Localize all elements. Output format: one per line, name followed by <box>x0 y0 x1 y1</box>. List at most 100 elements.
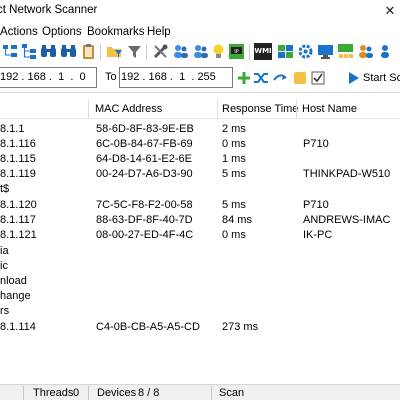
divider <box>0 92 400 93</box>
ip-cell: ic <box>0 260 8 272</box>
swap-icon[interactable] <box>272 70 288 86</box>
status-divider <box>23 386 24 400</box>
users-icon[interactable] <box>357 43 374 60</box>
mac-cell: 08-00-27-ED-4F-4C <box>96 229 194 241</box>
ip-cell: t$ <box>0 183 10 195</box>
ip-range-to-input[interactable]: 192 . 168 . 1 . 255 <box>119 67 233 88</box>
response-cell: 5 ms <box>222 199 246 211</box>
start-scan-button[interactable]: Start Scan <box>349 68 400 88</box>
ip-cell: hange <box>0 290 31 302</box>
title-bar: ct Network Scanner ✕ <box>0 0 400 22</box>
binoculars-icon[interactable] <box>60 43 77 60</box>
tree-expand-icon[interactable] <box>21 43 38 60</box>
response-cell: 273 ms <box>222 321 259 333</box>
tree-collapse-icon[interactable] <box>2 43 19 60</box>
table-row[interactable]: ia <box>0 245 400 260</box>
close-window-button[interactable]: ✕ <box>380 0 400 22</box>
ip-range-from-input[interactable]: 192 . 168 . 1 . 0 <box>0 67 97 88</box>
mac-cell: 7C-5C-F8-F2-00-58 <box>96 199 193 211</box>
checkbox-icon[interactable] <box>310 70 326 86</box>
results-header: MAC Address Response Time Host Name <box>0 99 400 119</box>
host-cell: P710 <box>303 138 329 150</box>
column-header-mac[interactable]: MAC Address <box>95 103 162 115</box>
people-icon[interactable] <box>172 43 189 60</box>
clipboard-icon[interactable] <box>80 43 97 60</box>
table-row[interactable]: 8.1.114 C4-0B-CB-A5-A5-CD 273 ms <box>0 321 400 336</box>
table-row[interactable]: rs <box>0 305 400 320</box>
table-row[interactable]: 8.1.121 08-00-27-ED-4F-4C 0 ms IK-PC <box>0 229 400 244</box>
threads-value: 0 <box>73 387 80 399</box>
puzzle-icon[interactable] <box>277 43 294 60</box>
table-row[interactable]: 8.1.1 58-6D-8F-83-9E-EB 2 ms <box>0 123 400 138</box>
table-row[interactable]: 8.1.115 64-D8-14-61-E2-6E 1 ms <box>0 153 400 168</box>
ip-cell: 8.1.116 <box>0 138 36 150</box>
network-ip-icon[interactable]: IP <box>228 43 245 60</box>
ip-cell: 8.1.121 <box>0 229 37 241</box>
devices-label: Devices <box>97 387 137 399</box>
toolbar-separator <box>249 44 250 60</box>
table-row[interactable]: 8.1.117 88-63-DF-8F-40-7D 84 ms ANDREWS-… <box>0 214 400 229</box>
status-divider <box>211 386 212 400</box>
mac-cell: 58-6D-8F-83-9E-EB <box>96 123 194 135</box>
ip-cell: 8.1.120 <box>0 199 37 211</box>
host-cell: IK-PC <box>303 229 333 241</box>
people-icon[interactable] <box>192 43 209 60</box>
column-divider <box>217 99 218 119</box>
menu-help[interactable]: Help <box>147 26 171 38</box>
host-cell: P710 <box>303 199 329 211</box>
table-row[interactable]: 8.1.116 6C-0B-84-67-FB-69 0 ms P710 <box>0 138 400 153</box>
ip-cell: ia <box>0 245 9 257</box>
monitor-icon[interactable] <box>317 43 334 60</box>
response-cell: 0 ms <box>222 229 246 241</box>
ip-cell: rs <box>0 305 10 317</box>
response-cell: 84 ms <box>222 214 252 226</box>
filter-icon[interactable] <box>126 43 143 60</box>
mac-cell: 6C-0B-84-67-FB-69 <box>96 138 193 150</box>
toolbar-separator <box>146 44 147 60</box>
gear-icon[interactable] <box>297 43 314 60</box>
window-title: ct Network Scanner <box>0 4 98 16</box>
scan-label: Scan <box>219 387 245 399</box>
note-icon[interactable] <box>292 70 308 86</box>
network-icon[interactable] <box>337 43 354 60</box>
menu-options[interactable]: Options <box>42 26 82 38</box>
add-icon[interactable] <box>236 70 252 86</box>
binoculars-icon[interactable] <box>40 43 57 60</box>
to-label: To <box>105 71 117 83</box>
table-row[interactable]: ic <box>0 260 400 275</box>
mac-cell: 00-24-D7-A6-D3-90 <box>96 168 193 180</box>
ip-range-bar: 192 . 168 . 1 . 0 To 192 . 168 . 1 . 255… <box>0 66 400 90</box>
ip-cell: nload <box>0 275 27 287</box>
users-icon[interactable] <box>379 43 396 60</box>
table-row[interactable]: hange <box>0 290 400 305</box>
mac-cell: C4-0B-CB-A5-A5-CD <box>96 321 200 333</box>
menu-actions[interactable]: Actions <box>0 26 38 38</box>
ip-cell: 8.1.114 <box>0 321 36 333</box>
threads-label: Threads <box>33 387 74 399</box>
tools-icon[interactable] <box>152 43 169 60</box>
host-cell: ANDREWS-IMAC <box>303 214 391 226</box>
column-header-response-time[interactable]: Response Time <box>222 103 298 115</box>
start-scan-label: Start Scan <box>363 72 400 84</box>
ip-cell: 8.1.115 <box>0 153 36 165</box>
wmi-icon[interactable]: WMI <box>254 43 272 60</box>
host-cell: THINKPAD-W510 <box>303 168 391 180</box>
status-divider <box>88 386 89 400</box>
status-bar: Threads 0 Devices 8 / 8 Scan <box>0 384 400 400</box>
table-row[interactable]: nload <box>0 275 400 290</box>
response-cell: 0 ms <box>222 138 246 150</box>
play-icon <box>349 72 359 84</box>
table-row[interactable]: 8.1.120 7C-5C-F8-F2-00-58 5 ms P710 <box>0 199 400 214</box>
devices-value: 8 / 8 <box>138 387 160 399</box>
folder-filter-icon[interactable] <box>106 43 123 60</box>
response-cell: 2 ms <box>222 123 246 135</box>
table-row[interactable]: t$ <box>0 183 400 198</box>
column-divider <box>296 99 297 119</box>
shuffle-icon[interactable] <box>253 70 269 86</box>
toolbar: IP WMI <box>0 40 400 64</box>
column-header-host-name[interactable]: Host Name <box>302 103 357 115</box>
menu-bookmarks[interactable]: Bookmarks <box>87 26 145 38</box>
table-row[interactable]: 8.1.119 00-24-D7-A6-D3-90 5 ms THINKPAD-… <box>0 168 400 183</box>
bulb-icon[interactable] <box>210 43 227 60</box>
ip-cell: 8.1.1 <box>0 123 25 135</box>
